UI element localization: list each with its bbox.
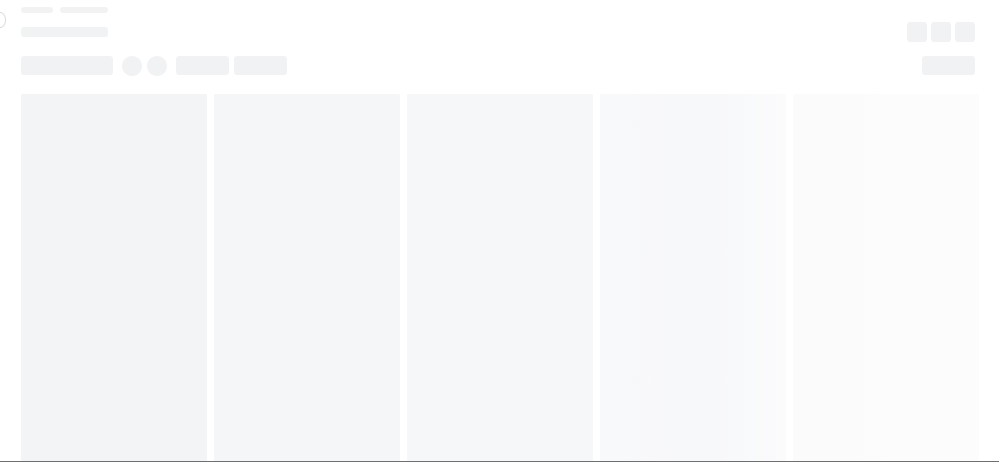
header-icon-placeholder[interactable] [955,22,975,42]
breadcrumb-placeholder [21,7,53,13]
board-column-placeholder [21,94,207,462]
board-column-placeholder [214,94,400,462]
page-title-placeholder [21,27,108,37]
avatar-placeholder[interactable] [122,56,142,76]
avatar-placeholder[interactable] [147,56,167,76]
header-icon-placeholder[interactable] [907,22,927,42]
primary-action-button-placeholder[interactable] [922,56,975,75]
loading-page [0,0,999,462]
search-input-placeholder[interactable] [21,56,113,75]
header-icon-placeholder[interactable] [931,22,951,42]
collapse-handle-icon[interactable] [0,12,6,28]
board-column-placeholder [407,94,593,462]
filter-button-placeholder[interactable] [176,56,229,75]
breadcrumb-placeholder [60,7,108,13]
filter-button-placeholder[interactable] [234,56,287,75]
board-column-placeholder [600,94,786,462]
board-column-placeholder [793,94,979,462]
